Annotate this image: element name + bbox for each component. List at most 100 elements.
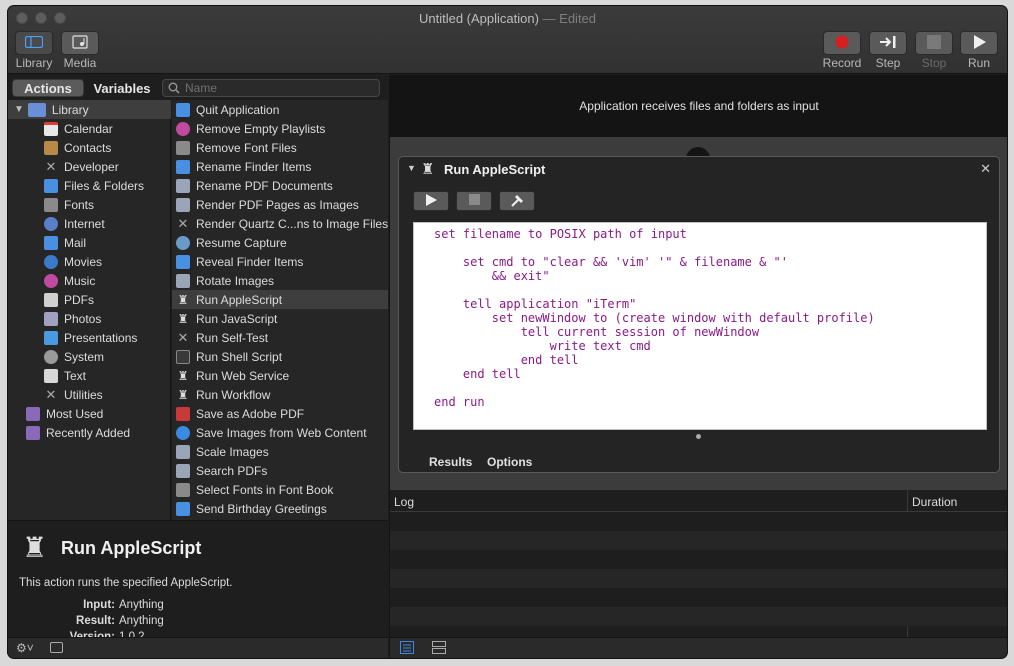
tab-results[interactable]: Results <box>429 455 472 469</box>
list-item[interactable]: Rename Finder Items <box>172 157 311 176</box>
category-label: Internet <box>64 216 105 231</box>
description-toggle-icon[interactable] <box>50 642 63 653</box>
category-system[interactable]: System <box>8 347 104 366</box>
result-label: Result: <box>76 615 115 627</box>
log-column-header[interactable]: Log <box>394 495 414 509</box>
list-item[interactable]: Send Birthday Greetings <box>172 499 327 518</box>
category-most-used[interactable]: Most Used <box>8 404 103 423</box>
tab-variables[interactable]: Variables <box>86 79 158 97</box>
list-item[interactable]: Save as Adobe PDF <box>172 404 304 423</box>
action-label: Quit Application <box>196 102 280 117</box>
developer-icon: ✕ <box>177 215 189 231</box>
search-input[interactable]: Name <box>185 81 217 95</box>
list-item[interactable]: Save Images from Web Content <box>172 423 367 442</box>
category-list[interactable]: ▼ Library Calendar Contacts ✕ Developer F… <box>8 100 171 520</box>
disclosure-triangle-icon[interactable]: ▼ <box>14 104 24 115</box>
action-label: Save as Adobe PDF <box>196 406 305 421</box>
list-item[interactable]: ♜ Run Web Service <box>172 366 290 385</box>
category-presentations[interactable]: Presentations <box>8 328 137 347</box>
category-library[interactable]: ▼ Library <box>8 100 171 119</box>
category-recently-added[interactable]: Recently Added <box>8 423 130 442</box>
list-item[interactable]: ♜ Run Workflow <box>172 385 271 404</box>
run-label: Run <box>967 56 990 70</box>
list-item-selected[interactable]: ♜ Run AppleScript <box>172 290 388 309</box>
code-line: write text cmd <box>434 339 651 353</box>
category-label: Movies <box>64 254 103 269</box>
category-fonts[interactable]: Fonts <box>8 195 94 214</box>
search-field[interactable]: Name <box>162 79 380 97</box>
run-applescript-action[interactable]: ▼ ♜ Run AppleScript ✕ set filename to PO… <box>398 156 1000 473</box>
code-line: tell current session of newWindow <box>434 325 760 339</box>
action-list[interactable]: Quit Application Remove Empty Playlists … <box>172 100 388 520</box>
media-label: Media <box>63 56 97 70</box>
category-label: Files & Folders <box>64 178 145 193</box>
library-button[interactable] <box>15 31 53 55</box>
category-pdfs[interactable]: PDFs <box>8 290 94 309</box>
finder-icon <box>176 254 190 269</box>
step-icon <box>879 35 897 52</box>
collapse-triangle-icon[interactable]: ▼ <box>407 163 416 173</box>
list-item[interactable]: Rename PDF Documents <box>172 176 333 195</box>
list-item[interactable]: ✕ Render Quartz C...ns to Image Files <box>172 214 388 233</box>
list-item[interactable]: Scale Images <box>172 442 269 461</box>
calendar-icon <box>176 501 190 516</box>
run-script-button[interactable] <box>413 191 449 211</box>
category-developer[interactable]: ✕ Developer <box>8 157 119 176</box>
stop-button[interactable] <box>915 31 953 55</box>
list-view-icon[interactable] <box>400 641 414 657</box>
category-music[interactable]: Music <box>8 271 95 290</box>
gear-icon[interactable]: ⚙˅ <box>16 641 34 655</box>
list-item[interactable]: Rotate Images <box>172 271 274 290</box>
category-calendar[interactable]: Calendar <box>8 119 113 138</box>
category-text[interactable]: Text <box>8 366 86 385</box>
list-item[interactable]: ♜ Run JavaScript <box>172 309 278 328</box>
category-mail[interactable]: Mail <box>8 233 86 252</box>
category-label: PDFs <box>64 292 94 307</box>
list-item[interactable]: Select Fonts in Font Book <box>172 480 333 499</box>
category-contacts[interactable]: Contacts <box>8 138 111 157</box>
category-movies[interactable]: Movies <box>8 252 102 271</box>
log-row <box>390 550 1007 569</box>
system-icon <box>44 349 58 364</box>
list-item[interactable]: Run Shell Script <box>172 347 282 366</box>
stop-icon <box>927 34 941 52</box>
tab-actions[interactable]: Actions <box>12 79 84 97</box>
compile-script-button[interactable] <box>499 191 535 211</box>
action-label: Search PDFs <box>196 463 268 478</box>
list-item[interactable]: Remove Empty Playlists <box>172 119 325 138</box>
list-item[interactable]: Quit Application <box>172 100 279 119</box>
record-button[interactable] <box>823 31 861 55</box>
list-item[interactable]: Remove Font Files <box>172 138 297 157</box>
split-view-icon[interactable] <box>432 641 446 657</box>
code-line: && exit" <box>434 269 550 283</box>
stop-script-button[interactable] <box>456 191 492 211</box>
action-label: Run Shell Script <box>196 349 283 364</box>
close-icon[interactable]: ✕ <box>980 161 991 177</box>
run-button[interactable] <box>960 31 998 55</box>
list-item[interactable]: Render PDF Pages as Images <box>172 195 359 214</box>
window-title-text: Untitled (Application) <box>418 11 539 26</box>
list-item[interactable]: ✕ Run Self-Test <box>172 328 268 347</box>
tab-options[interactable]: Options <box>487 455 532 469</box>
applescript-editor[interactable]: set filename to POSIX path of input set … <box>413 222 987 430</box>
category-label: Library <box>51 102 89 117</box>
preview-icon <box>176 178 190 193</box>
resize-handle[interactable] <box>696 434 701 439</box>
log-row <box>390 588 1007 607</box>
log-row <box>390 531 1007 550</box>
description-title: Run AppleScript <box>61 538 202 558</box>
step-button[interactable] <box>869 31 907 55</box>
category-label: Photos <box>64 311 102 326</box>
category-internet[interactable]: Internet <box>8 214 105 233</box>
category-photos[interactable]: Photos <box>8 309 101 328</box>
library-icon <box>27 102 46 117</box>
duration-column-header[interactable]: Duration <box>912 495 957 509</box>
workflow-area: Application receives files and folders a… <box>389 75 1007 490</box>
category-files-folders[interactable]: Files & Folders <box>8 176 144 195</box>
list-item[interactable]: Reveal Finder Items <box>172 252 303 271</box>
list-item[interactable]: Resume Capture <box>172 233 287 252</box>
media-button[interactable] <box>61 31 99 55</box>
action-label: Render Quartz C...ns to Image Files <box>196 216 388 231</box>
list-item[interactable]: Search PDFs <box>172 461 267 480</box>
category-utilities[interactable]: ✕ Utilities <box>8 385 103 404</box>
